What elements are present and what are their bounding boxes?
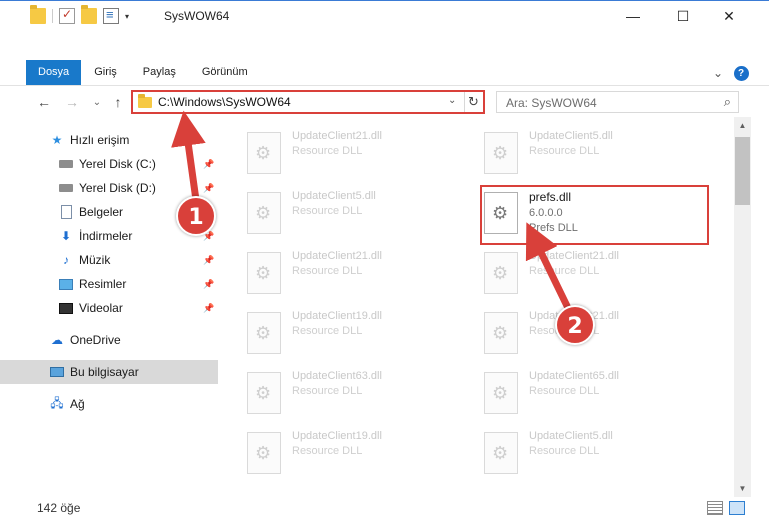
arrow-to-address-bar <box>171 110 206 201</box>
annotation-arrows <box>171 110 572 310</box>
callout-step-2: 2 <box>555 305 595 345</box>
arrow-to-prefs-dll <box>525 222 572 310</box>
callout-step-1: 1 <box>176 196 216 236</box>
